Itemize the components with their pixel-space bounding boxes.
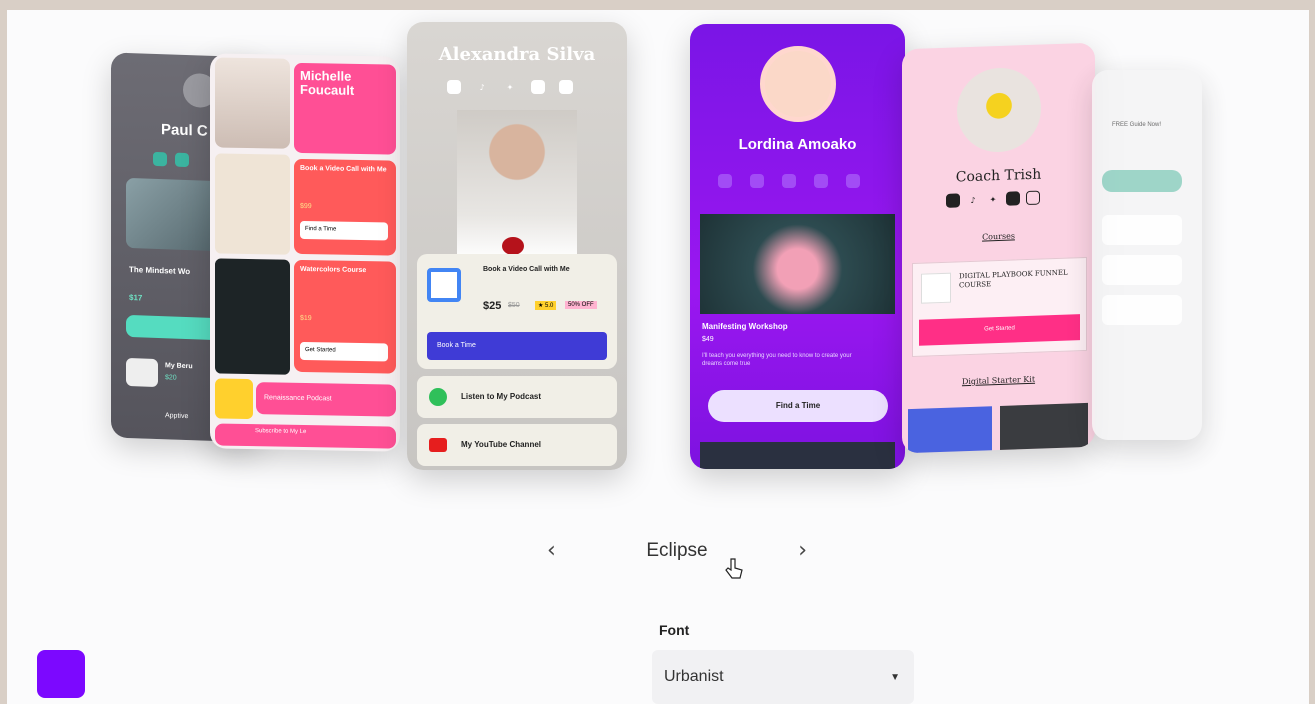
item-card: Book a Video Call with Me $99 Find a Tim… [294, 158, 396, 256]
item-title: FREE Guide Now! [1112, 122, 1162, 128]
item-price: $17 [129, 293, 143, 303]
tab-courses[interactable]: Courses [902, 229, 1095, 245]
next-theme-button[interactable]: › [798, 538, 807, 563]
instagram-icon [1026, 190, 1040, 206]
item-button[interactable]: Find a Time [300, 220, 388, 241]
cover-image [700, 214, 895, 314]
instagram-icon [846, 174, 860, 188]
list-item [1102, 255, 1182, 285]
avatar [957, 66, 1041, 154]
item-card: Book a Video Call with Me $25 $50 ★ 5.0 … [417, 254, 617, 369]
font-label: Font [659, 622, 690, 638]
headphones-icon [215, 378, 253, 420]
section-title: Digital Starter Kit [961, 374, 1036, 387]
item-title: Listen to My Podcast [461, 392, 542, 401]
instagram-icon [559, 80, 573, 94]
item-title: Apptive [165, 412, 189, 421]
previous-theme-button[interactable]: ‹ [547, 538, 556, 563]
item-price: $19 [300, 314, 312, 323]
item-title: My Beru [165, 362, 193, 371]
item-title: Subscribe to My Le [215, 423, 396, 449]
item-title: The Mindset Wo [129, 265, 191, 277]
item-title: Manifesting Workshop [702, 322, 788, 331]
accent-color-swatch[interactable] [37, 650, 85, 698]
rose-icon [502, 237, 524, 255]
list-item[interactable]: My YouTube Channel [417, 424, 617, 466]
theme-carousel-controls: ‹ Eclipse › [547, 538, 807, 563]
item-button[interactable]: Get Started [300, 341, 388, 362]
avatar [760, 46, 836, 122]
book-time-button[interactable]: Book a Time [427, 332, 607, 360]
tiktok-icon [750, 174, 764, 188]
theme-card-faded: FREE Guide Now! [1092, 70, 1202, 440]
item-thumbnail [908, 406, 992, 454]
youtube-icon [153, 151, 167, 167]
theme-name: Eclipse [646, 539, 708, 561]
item-old-price: $50 [508, 302, 520, 309]
linkedin-icon [814, 174, 828, 188]
item-thumbnail [215, 258, 290, 375]
item-price: $49 [702, 336, 714, 343]
item-title: Watercolors Course [300, 265, 367, 275]
tiktok-icon: ♪ [970, 195, 976, 205]
list-item[interactable]: Listen to My Podcast [417, 376, 617, 418]
item-title: Renaissance Podcast [256, 382, 396, 417]
list-item [1102, 295, 1182, 325]
rating-badge: ★ 5.0 [535, 301, 557, 310]
item-title: DIGITAL PLAYBOOK FUNNEL COURSE [959, 268, 1068, 290]
item-price: $20 [165, 374, 177, 382]
twitter-icon: ✦ [506, 82, 514, 92]
profile-name: Michelle Foucault [300, 67, 355, 98]
item-price: $25 [483, 300, 502, 312]
get-started-button[interactable]: Get Started [919, 314, 1080, 346]
find-time-button[interactable]: Find a Time [708, 390, 888, 422]
item-thumbnail [921, 272, 951, 304]
item-thumbnail [126, 357, 158, 388]
header-panel: Michelle Foucault [294, 62, 396, 155]
podcast-icon [429, 388, 447, 406]
tiktok-icon [175, 152, 189, 168]
theme-card-trish: Coach Trish ♪ ✦ Courses DIGITAL PLAYBOOK… [902, 42, 1095, 454]
item-thumbnail [1000, 402, 1088, 454]
discount-badge: 50% OFF [565, 301, 597, 309]
profile-photo [215, 57, 290, 149]
preview-stage: Paul C The Mindset Wo $17 My Beru $20 Ap… [7, 10, 1309, 704]
profile-name: Alexandra Silva [438, 44, 596, 65]
item-title: My YouTube Channel [461, 440, 542, 449]
twitter-icon [782, 174, 796, 188]
item-title: Book a Video Call with Me [300, 164, 387, 174]
item-card: Watercolors Course $19 Get Started [294, 259, 396, 374]
twitter-icon: ✦ [989, 194, 997, 204]
item-thumbnail [215, 153, 290, 255]
tiktok-icon: ♪ [479, 82, 485, 92]
list-item [1102, 215, 1182, 245]
youtube-icon [946, 193, 960, 208]
item-title: Book a Video Call with Me [483, 266, 570, 273]
item-button[interactable] [1102, 170, 1182, 192]
cover-image [700, 442, 895, 469]
profile-name: Lordina Amoako [738, 136, 857, 153]
theme-card-lordina: Lordina Amoako Manifesting Workshop $49 … [690, 24, 905, 469]
calendar-icon [427, 268, 461, 302]
profile-name: Paul C [161, 121, 208, 140]
font-select-value: Urbanist [664, 668, 724, 685]
pointer-cursor-icon [725, 558, 743, 580]
font-select[interactable]: Urbanist ▼ [652, 650, 914, 704]
youtube-icon [447, 80, 461, 94]
item-card: DIGITAL PLAYBOOK FUNNEL COURSE Get Start… [912, 256, 1087, 358]
linkedin-icon [531, 80, 545, 94]
chevron-down-icon: ▼ [890, 671, 900, 683]
item-price: $99 [300, 202, 312, 211]
theme-card-alexandra: Alexandra Silva ♪ ✦ Book a Video Call wi… [407, 22, 627, 470]
youtube-icon [718, 174, 732, 188]
theme-card-michelle: Michelle Foucault Book a Video Call with… [210, 53, 400, 452]
linkedin-icon [1006, 191, 1020, 206]
youtube-icon [429, 438, 447, 452]
profile-name: Coach Trish [955, 166, 1042, 186]
item-description: I'll teach you everything you need to kn… [702, 353, 852, 367]
